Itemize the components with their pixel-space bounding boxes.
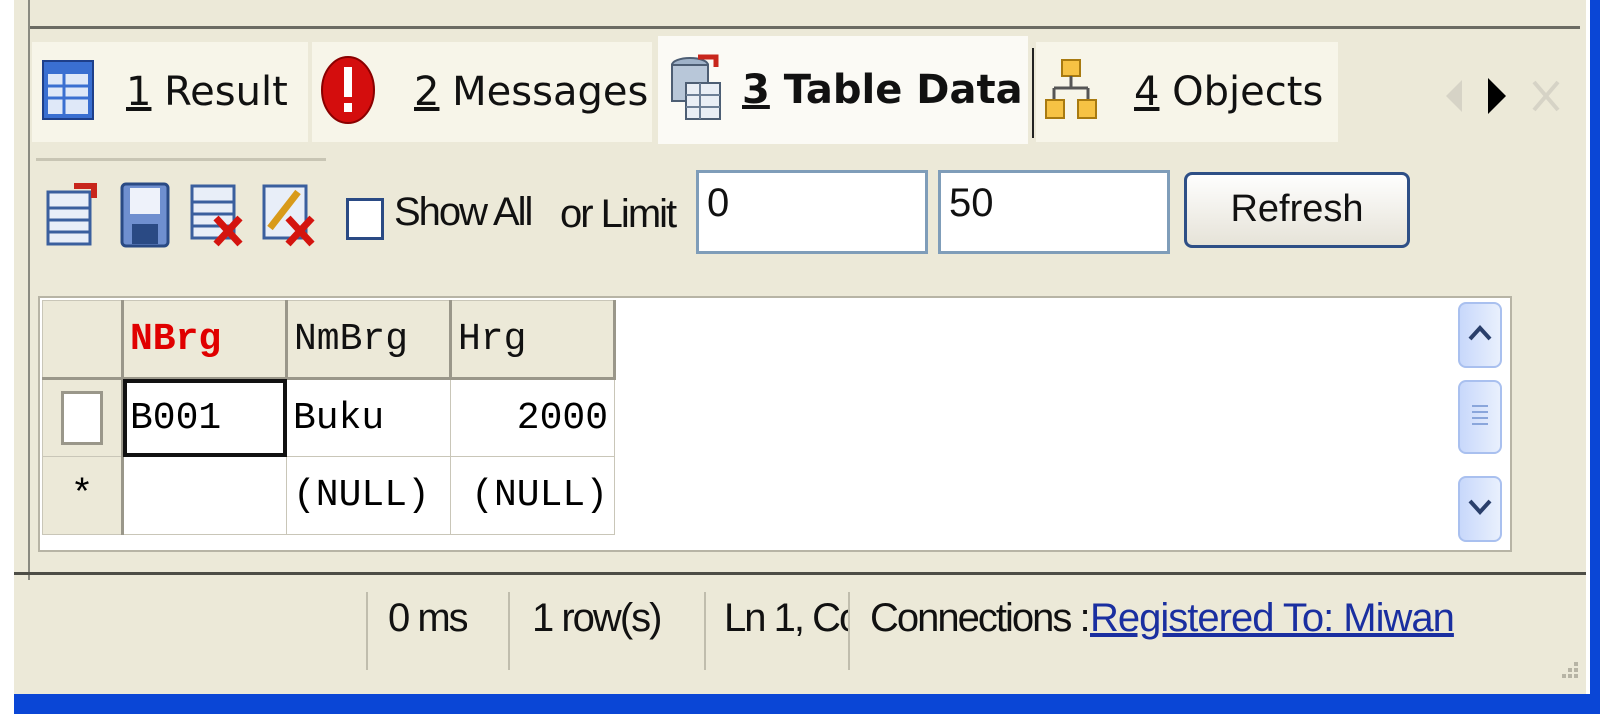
table-data-grid: NBrg NmBrg Hrg B001 Buku 2000 * (NULL) (… <box>42 300 616 535</box>
cell-nmbrg[interactable]: (NULL) <box>286 456 451 535</box>
column-header-nbrg[interactable]: NBrg <box>122 300 288 380</box>
table-row[interactable]: B001 Buku 2000 <box>42 378 615 457</box>
tab-separator <box>1032 48 1034 138</box>
objects-tree-icon <box>1044 58 1098 126</box>
limit-count-input[interactable]: 50 <box>938 170 1170 254</box>
column-header-nmbrg[interactable]: NmBrg <box>286 300 452 380</box>
cell-nbrg[interactable] <box>122 456 287 535</box>
save-icon[interactable] <box>118 182 174 248</box>
result-tabstrip: 1 Result 2 Messages 3 Table Data 4 Objec… <box>32 36 1572 144</box>
status-separator <box>366 592 368 670</box>
window-frame-border <box>28 0 30 580</box>
chevron-up-icon <box>1467 324 1493 346</box>
status-separator <box>508 592 510 670</box>
table-data-toolbar: Show All or Limit 0 50 Refresh <box>40 168 1440 258</box>
table-data-grid-area: NBrg NmBrg Hrg B001 Buku 2000 * (NULL) (… <box>38 296 1512 552</box>
scrollbar-thumb[interactable] <box>1458 380 1502 454</box>
tab-table-data[interactable]: 3 Table Data <box>658 36 1028 144</box>
scroll-down-button[interactable] <box>1458 476 1502 542</box>
registered-to-link[interactable]: Registered To: Miwan <box>1090 596 1454 641</box>
status-cursor-position: Ln 1, Co <box>724 596 848 640</box>
status-separator <box>704 592 706 670</box>
refresh-button[interactable]: Refresh <box>1184 172 1410 248</box>
vertical-scrollbar[interactable] <box>1458 302 1504 546</box>
tab-objects[interactable]: 4 Objects <box>1036 42 1338 142</box>
tab-result[interactable]: 1 Result <box>32 42 308 142</box>
limit-label: or Limit <box>560 192 677 236</box>
cell-nmbrg[interactable]: Buku <box>286 378 451 457</box>
chevron-down-icon <box>1467 498 1493 520</box>
show-all-checkbox[interactable] <box>346 198 384 240</box>
info-icon <box>320 55 376 129</box>
status-exec-time: 0 ms <box>388 596 467 640</box>
cell-hrg[interactable]: (NULL) <box>450 456 615 535</box>
table-data-icon <box>668 53 722 127</box>
insert-record-icon[interactable] <box>44 182 100 248</box>
tab-messages[interactable]: 2 Messages <box>312 42 652 142</box>
grip-lines-icon <box>1470 402 1490 432</box>
status-row-count: 1 row(s) <box>532 596 661 640</box>
grid-corner-cell <box>42 300 124 380</box>
top-divider <box>30 26 1580 29</box>
tab-table-data-label: 3 Table Data <box>742 67 1023 113</box>
status-separator <box>848 592 850 670</box>
new-record-row[interactable]: * (NULL) (NULL) <box>42 456 615 535</box>
delete-edit-icon[interactable] <box>260 182 316 248</box>
row-selector[interactable] <box>42 378 124 457</box>
close-icon[interactable] <box>1530 78 1562 118</box>
tab-result-label: 1 Result <box>126 69 288 115</box>
scroll-right-icon[interactable] <box>1486 76 1508 120</box>
window-frame-bottom <box>14 694 1590 714</box>
cell-hrg[interactable]: 2000 <box>450 378 615 457</box>
column-header-hrg[interactable]: Hrg <box>450 300 616 380</box>
status-bar: 0 ms 1 row(s) Ln 1, Co Connections : Reg… <box>14 576 1586 688</box>
tab-objects-label: 4 Objects <box>1134 69 1324 115</box>
statusbar-divider <box>14 572 1586 575</box>
delete-record-icon[interactable] <box>188 182 244 248</box>
limit-offset-input[interactable]: 0 <box>696 170 928 254</box>
grid-icon <box>42 60 94 124</box>
resize-grip-icon[interactable] <box>1554 658 1580 684</box>
status-connections: Connections : <box>870 596 1089 640</box>
grid-header-row: NBrg NmBrg Hrg <box>42 300 616 380</box>
scroll-up-button[interactable] <box>1458 302 1502 368</box>
scroll-left-icon[interactable] <box>1444 78 1464 118</box>
new-row-marker: * <box>42 456 124 535</box>
tab-underline <box>36 158 326 161</box>
row-select-checkbox[interactable] <box>61 391 103 445</box>
tab-messages-label: 2 Messages <box>414 69 649 115</box>
window-frame-left <box>0 0 14 714</box>
show-all-label: Show All <box>394 190 533 234</box>
cell-nbrg[interactable]: B001 <box>122 378 287 457</box>
window-frame-right <box>1590 0 1600 714</box>
tab-navigation <box>1444 76 1562 120</box>
